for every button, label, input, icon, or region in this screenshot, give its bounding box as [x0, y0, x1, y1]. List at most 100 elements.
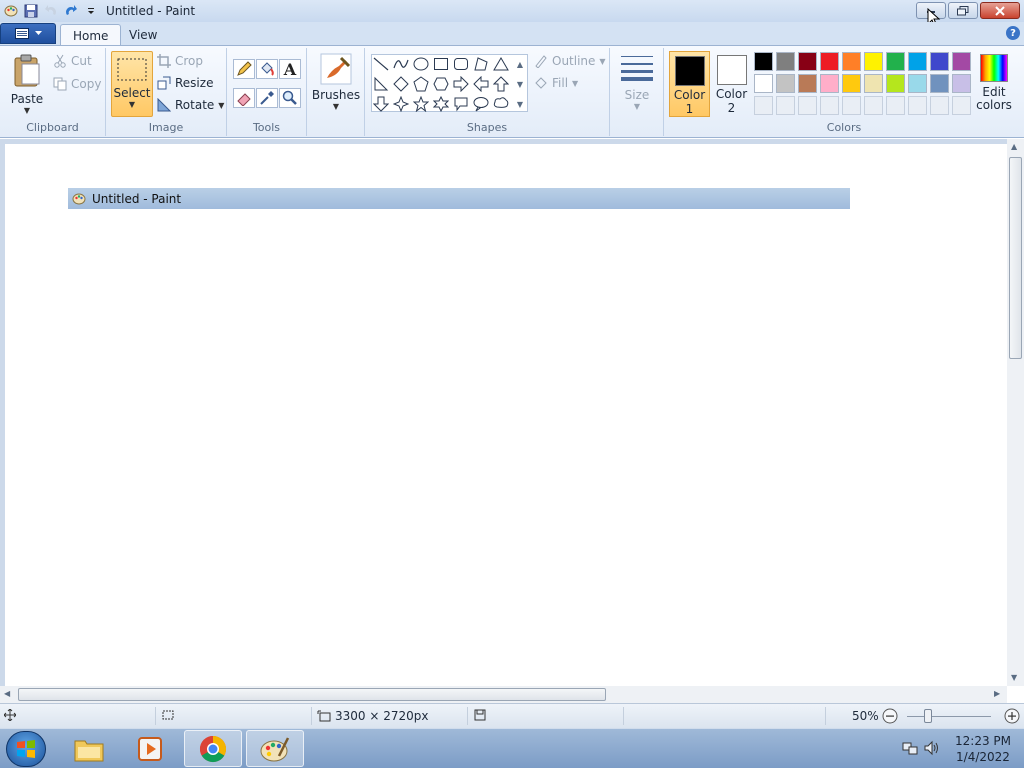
four-point-star-shape-icon[interactable]: [392, 95, 410, 113]
pencil-icon[interactable]: [233, 59, 255, 79]
taskbar-paint[interactable]: [246, 730, 304, 767]
shapes-scroll-up-icon[interactable]: ▲: [514, 55, 526, 73]
volume-icon[interactable]: [924, 740, 940, 759]
rectangle-shape-icon[interactable]: [432, 55, 450, 73]
palette-swatch[interactable]: [952, 52, 971, 71]
save-icon[interactable]: [22, 2, 40, 20]
diamond-shape-icon[interactable]: [392, 75, 410, 93]
palette-empty-swatch[interactable]: [908, 96, 927, 115]
palette-swatch[interactable]: [776, 74, 795, 93]
select-button[interactable]: Select ▼: [111, 51, 153, 117]
redo-icon[interactable]: [62, 2, 80, 20]
paint-menu-button[interactable]: [0, 23, 56, 44]
paste-button[interactable]: Paste ▼: [8, 54, 46, 115]
network-icon[interactable]: [902, 740, 918, 759]
palette-swatch[interactable]: [886, 52, 905, 71]
up-arrow-shape-icon[interactable]: [492, 75, 510, 93]
zoom-in-button[interactable]: [1004, 708, 1020, 724]
horizontal-scroll-thumb[interactable]: [18, 688, 606, 701]
clock[interactable]: 12:23 PM 1/4/2022: [952, 733, 1014, 765]
right-arrow-shape-icon[interactable]: [452, 75, 470, 93]
palette-swatch[interactable]: [908, 74, 927, 93]
cloud-callout-shape-icon[interactable]: [492, 95, 510, 113]
edit-colors-button[interactable]: Edit colors: [976, 51, 1012, 117]
start-button[interactable]: [6, 731, 46, 767]
paint-app-icon[interactable]: [2, 2, 20, 20]
size-button[interactable]: Size ▼: [616, 54, 658, 111]
tab-home[interactable]: Home: [60, 24, 122, 46]
oval-shape-icon[interactable]: [412, 55, 430, 73]
palette-swatch[interactable]: [930, 52, 949, 71]
oval-callout-shape-icon[interactable]: [472, 95, 490, 113]
shapes-more-icon[interactable]: ▼: [514, 95, 526, 113]
drawing-canvas[interactable]: Untitled - Paint: [5, 144, 1007, 686]
color2-button[interactable]: Color 2: [712, 51, 751, 117]
vertical-scroll-thumb[interactable]: [1009, 157, 1022, 359]
palette-empty-swatch[interactable]: [754, 96, 773, 115]
outline-button[interactable]: Outline ▼: [534, 54, 606, 68]
help-icon[interactable]: ?: [1006, 26, 1020, 40]
vertical-scrollbar[interactable]: ▲ ▼: [1007, 139, 1024, 686]
palette-empty-swatch[interactable]: [842, 96, 861, 115]
color-picker-icon[interactable]: [256, 88, 278, 108]
palette-swatch[interactable]: [820, 52, 839, 71]
cut-button[interactable]: Cut: [53, 54, 92, 68]
zoom-slider-track[interactable]: [907, 716, 991, 717]
palette-swatch[interactable]: [908, 52, 927, 71]
scroll-down-icon[interactable]: ▼: [1011, 673, 1017, 682]
five-point-star-shape-icon[interactable]: [412, 95, 430, 113]
eraser-icon[interactable]: [233, 88, 255, 108]
palette-swatch[interactable]: [864, 52, 883, 71]
palette-empty-swatch[interactable]: [952, 96, 971, 115]
shapes-scroll-down-icon[interactable]: ▼: [514, 75, 526, 93]
scroll-up-icon[interactable]: ▲: [1011, 142, 1017, 151]
close-button[interactable]: [980, 2, 1020, 19]
line-shape-icon[interactable]: [372, 55, 390, 73]
palette-swatch[interactable]: [798, 74, 817, 93]
rounded-rectangle-shape-icon[interactable]: [452, 55, 470, 73]
palette-swatch[interactable]: [842, 74, 861, 93]
restore-button[interactable]: [948, 2, 978, 19]
rotate-button[interactable]: Rotate ▼: [157, 98, 224, 112]
palette-swatch[interactable]: [754, 52, 773, 71]
horizontal-scrollbar[interactable]: ◀ ▶: [0, 686, 1007, 703]
right-triangle-shape-icon[interactable]: [372, 75, 390, 93]
color1-button[interactable]: Color 1: [669, 51, 710, 117]
palette-empty-swatch[interactable]: [864, 96, 883, 115]
scroll-left-icon[interactable]: ◀: [4, 689, 10, 698]
palette-swatch[interactable]: [930, 74, 949, 93]
palette-swatch[interactable]: [754, 74, 773, 93]
palette-swatch[interactable]: [842, 52, 861, 71]
palette-swatch[interactable]: [952, 74, 971, 93]
rounded-callout-shape-icon[interactable]: [452, 95, 470, 113]
hexagon-shape-icon[interactable]: [432, 75, 450, 93]
tab-view[interactable]: View: [117, 24, 169, 46]
fill-bucket-icon[interactable]: [256, 59, 278, 79]
polygon-shape-icon[interactable]: [472, 55, 490, 73]
zoom-slider-thumb[interactable]: [924, 709, 932, 723]
palette-empty-swatch[interactable]: [930, 96, 949, 115]
palette-swatch[interactable]: [798, 52, 817, 71]
scroll-right-icon[interactable]: ▶: [994, 689, 1000, 698]
copy-button[interactable]: Copy: [53, 77, 101, 91]
taskbar-file-explorer[interactable]: [60, 730, 118, 767]
crop-button[interactable]: Crop: [157, 54, 203, 68]
pentagon-shape-icon[interactable]: [412, 75, 430, 93]
palette-empty-swatch[interactable]: [820, 96, 839, 115]
curve-shape-icon[interactable]: [392, 55, 410, 73]
customize-quick-access-icon[interactable]: [82, 2, 100, 20]
left-arrow-shape-icon[interactable]: [472, 75, 490, 93]
palette-swatch[interactable]: [776, 52, 795, 71]
down-arrow-shape-icon[interactable]: [372, 95, 390, 113]
palette-empty-swatch[interactable]: [886, 96, 905, 115]
triangle-shape-icon[interactable]: [492, 55, 510, 73]
palette-swatch[interactable]: [864, 74, 883, 93]
palette-swatch[interactable]: [886, 74, 905, 93]
undo-icon[interactable]: [42, 2, 60, 20]
fill-button[interactable]: Fill ▼: [534, 76, 578, 90]
resize-button[interactable]: Resize: [157, 76, 213, 90]
palette-empty-swatch[interactable]: [798, 96, 817, 115]
palette-empty-swatch[interactable]: [776, 96, 795, 115]
taskbar-chrome[interactable]: [184, 730, 242, 767]
palette-swatch[interactable]: [820, 74, 839, 93]
